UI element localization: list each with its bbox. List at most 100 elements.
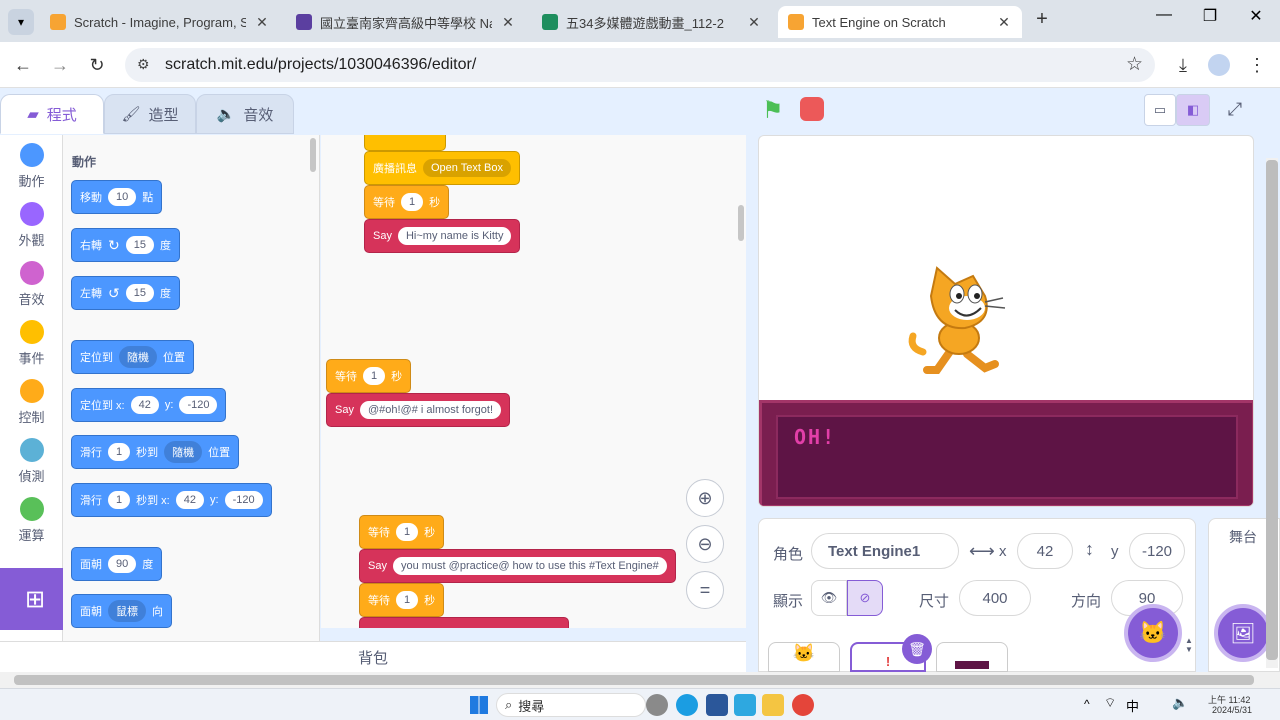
x-field[interactable]: 42 xyxy=(1017,533,1073,569)
profile-avatar[interactable] xyxy=(1208,54,1230,76)
sprite-thumbnail[interactable] xyxy=(936,642,1008,672)
block-glide-xy[interactable]: 滑行 1 秒到 x: 42 y: -120 xyxy=(71,483,272,517)
tab-sounds[interactable]: 🔈 音效 xyxy=(196,94,294,134)
restore-icon[interactable]: ❐ xyxy=(1198,6,1222,34)
block-wait[interactable]: 等待 1 秒 xyxy=(326,359,412,393)
add-backdrop-button[interactable]: 🖼 xyxy=(1214,604,1272,662)
block-move[interactable]: 移動 10 點 xyxy=(71,180,163,214)
sprite-thumbnail[interactable]: 🐱 xyxy=(768,642,840,672)
windows-start-icon[interactable] xyxy=(470,696,488,714)
clock-date[interactable]: 2024/5/31 xyxy=(1212,705,1252,715)
show-hidden-button[interactable]: ⊘ xyxy=(847,580,883,616)
block-goto[interactable]: 定位到 隨機 位置 xyxy=(71,340,194,374)
large-stage-icon[interactable]: ◧ xyxy=(1176,94,1210,126)
block-point-direction[interactable]: 面朝 90 度 xyxy=(71,547,163,581)
address-bar[interactable]: ⚙ scratch.mit.edu/projects/1030046396/ed… xyxy=(125,48,1155,82)
volume-icon[interactable]: 🔈 xyxy=(1172,695,1188,711)
site-settings-icon[interactable]: ⚙ xyxy=(137,56,150,73)
delete-sprite-icon[interactable]: 🗑 xyxy=(902,634,932,664)
category-control[interactable]: 控制 xyxy=(0,379,63,426)
fullscreen-icon[interactable]: ⤢ xyxy=(1220,94,1250,126)
horizontal-scrollbar-thumb[interactable] xyxy=(14,675,1254,685)
text-box: OH! xyxy=(759,400,1253,506)
stage[interactable]: OH! xyxy=(758,135,1254,507)
browser-tab[interactable]: 五34多媒體遊戲動畫_112-2 ✕ xyxy=(532,6,772,38)
page-scrollbar[interactable] xyxy=(1266,158,1278,668)
block-say[interactable]: Say @#oh!@# i almost forgot! xyxy=(326,393,511,427)
block-glide[interactable]: 滑行 1 秒到 隨機 位置 xyxy=(71,435,240,469)
close-tab-icon[interactable]: ✕ xyxy=(254,14,270,31)
forward-icon[interactable]: → xyxy=(45,50,75,80)
zoom-in-button[interactable]: ⊕ xyxy=(686,479,724,517)
script-scrollbar[interactable] xyxy=(738,205,744,241)
block-goto-xy[interactable]: 定位到 x: 42 y: -120 xyxy=(71,388,227,422)
close-window-icon[interactable]: ✕ xyxy=(1244,6,1268,34)
block-broadcast[interactable]: 廣播訊息 Open Text Box xyxy=(364,151,520,185)
tab-search-button[interactable]: ▾ xyxy=(8,9,34,35)
taskbar-search[interactable]: ⌕ 搜尋 xyxy=(496,693,646,717)
zoom-reset-button[interactable]: = xyxy=(686,571,724,609)
folder-icon[interactable] xyxy=(762,694,784,716)
bookmark-star-icon[interactable]: ☆ xyxy=(1126,53,1143,76)
reload-icon[interactable]: ↻ xyxy=(82,50,112,80)
block-event-partial[interactable] xyxy=(364,135,446,151)
search-icon: ⌕ xyxy=(505,697,513,712)
browser-tab[interactable]: Scratch - Imagine, Program, S ✕ xyxy=(40,6,280,38)
back-icon[interactable]: ← xyxy=(8,50,38,80)
tab-code[interactable]: ▰ 程式 xyxy=(0,94,104,134)
download-icon[interactable]: ⤓ xyxy=(1168,50,1198,80)
chrome-icon[interactable] xyxy=(792,694,814,716)
block-wait[interactable]: 等待 1 秒 xyxy=(359,515,445,549)
new-tab-button[interactable]: + xyxy=(1030,8,1054,34)
sprite-name-field[interactable]: Text Engine1 xyxy=(811,533,959,569)
settings-icon[interactable] xyxy=(646,694,668,716)
category-events[interactable]: 事件 xyxy=(0,320,63,367)
category-looks[interactable]: 外觀 xyxy=(0,202,63,249)
code-icon: ▰ xyxy=(27,106,39,123)
close-tab-icon[interactable]: ✕ xyxy=(996,14,1012,31)
block-say[interactable]: Say you must @practice@ how to use this #… xyxy=(359,549,676,583)
block-say[interactable]: Say Hi~my name is Kitty xyxy=(364,219,521,253)
scratch-favicon-icon xyxy=(788,14,804,30)
edge-icon[interactable] xyxy=(676,694,698,716)
block-say-partial[interactable] xyxy=(359,617,569,628)
block-turn-left[interactable]: 左轉 ↺ 15 度 xyxy=(71,276,180,310)
category-sensing[interactable]: 偵測 xyxy=(0,438,63,485)
zoom-out-button[interactable]: ⊖ xyxy=(686,525,724,563)
category-operators[interactable]: 運算 xyxy=(0,497,63,544)
windows-taskbar: ⌕ 搜尋 ^ ⌔ 中 🔈 上午 11:42 2024/5/31 xyxy=(0,688,1280,720)
backpack[interactable]: 背包 xyxy=(0,641,746,672)
tray-chevron-icon[interactable]: ^ xyxy=(1084,697,1090,711)
browser-tab[interactable]: 國立臺南家齊高級中等學校 Nat ✕ xyxy=(286,6,526,38)
stop-icon[interactable] xyxy=(800,97,824,121)
block-wait[interactable]: 等待 1 秒 xyxy=(364,185,450,219)
show-visible-button[interactable]: 👁 xyxy=(811,580,847,616)
sprite-list-scrollbar[interactable]: ▲ ▼ xyxy=(1184,636,1194,666)
green-flag-icon[interactable]: ⚑ xyxy=(762,96,784,125)
network-icon[interactable]: ⌔ xyxy=(1104,695,1116,711)
size-field[interactable]: 400 xyxy=(959,580,1031,616)
minimize-icon[interactable]: — xyxy=(1152,6,1176,34)
script-area[interactable]: 廣播訊息 Open Text Box 等待 1 秒 Say Hi~my name is … xyxy=(321,135,746,628)
palette-scrollbar[interactable] xyxy=(310,138,316,172)
menu-icon[interactable]: ⋮ xyxy=(1242,50,1272,80)
ime-indicator[interactable]: 中 xyxy=(1126,696,1139,715)
page-scrollbar-thumb[interactable] xyxy=(1266,160,1278,660)
app-icon[interactable] xyxy=(706,694,728,716)
small-stage-icon[interactable]: ▭ xyxy=(1144,94,1176,126)
browser-tab-active[interactable]: Text Engine on Scratch ✕ xyxy=(778,6,1022,38)
block-turn-right[interactable]: 右轉 ↻ 15 度 xyxy=(71,228,180,262)
close-tab-icon[interactable]: ✕ xyxy=(500,14,516,31)
y-field[interactable]: -120 xyxy=(1129,533,1185,569)
block-wait[interactable]: 等待 1 秒 xyxy=(359,583,445,617)
category-motion[interactable]: 動作 xyxy=(0,143,63,190)
vscode-icon[interactable] xyxy=(734,694,756,716)
tab-costumes[interactable]: 🖌 造型 xyxy=(104,94,196,134)
category-sound[interactable]: 音效 xyxy=(0,261,63,308)
close-tab-icon[interactable]: ✕ xyxy=(746,14,762,31)
block-point-towards[interactable]: 面朝 鼠標向 xyxy=(71,594,172,628)
horizontal-scrollbar[interactable] xyxy=(0,672,1280,688)
add-extension-button[interactable]: ⊞ xyxy=(0,568,70,630)
cat-sprite[interactable] xyxy=(907,266,1011,378)
add-sprite-button[interactable]: 🐱 xyxy=(1124,604,1182,662)
